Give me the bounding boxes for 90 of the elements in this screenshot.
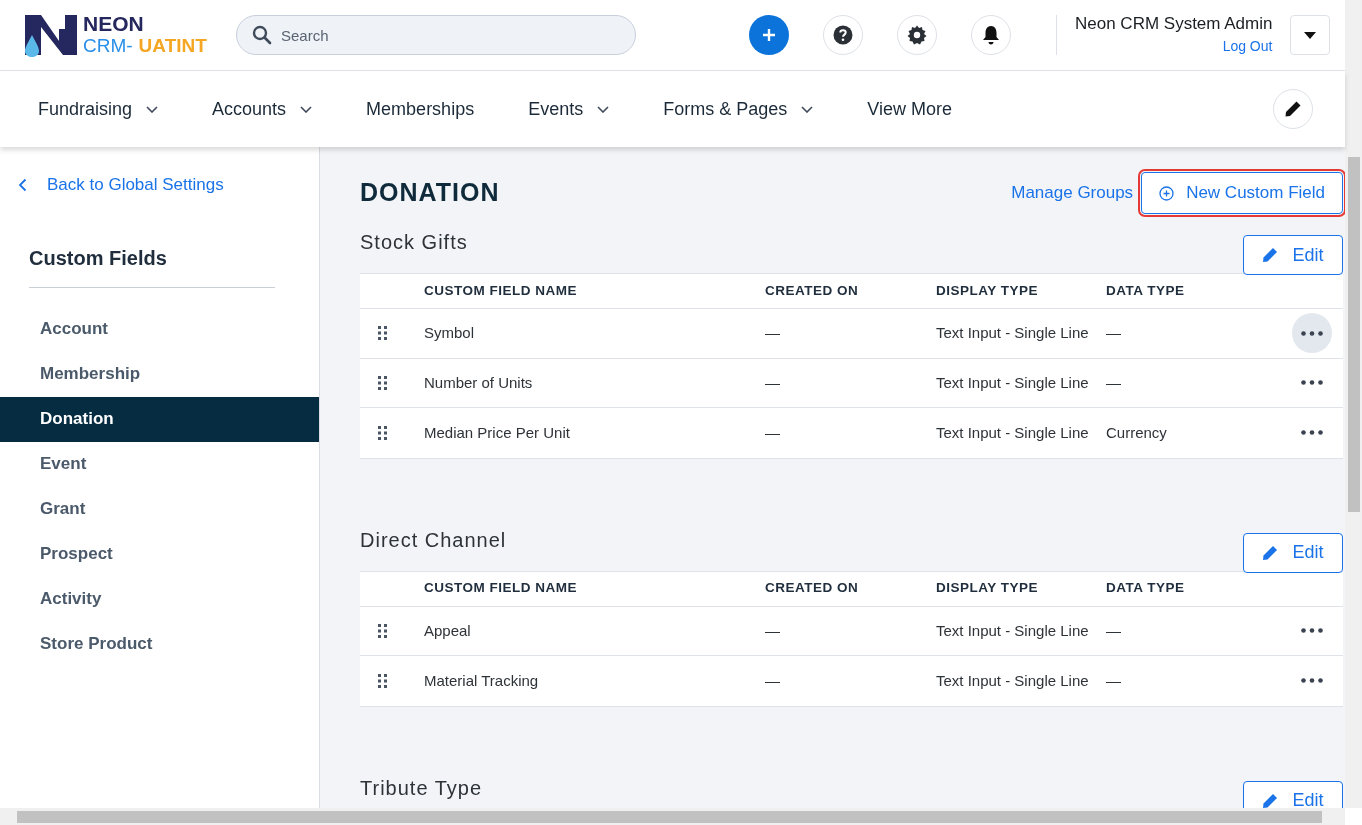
edit-button[interactable]: Edit [1243, 780, 1343, 808]
table-cell-text: — [765, 422, 781, 443]
table-cell-text: Appeal [424, 620, 472, 641]
chevron-down-icon [801, 105, 814, 113]
plus-icon [761, 27, 777, 43]
more-icon [1301, 678, 1323, 684]
search-icon [252, 25, 272, 45]
column-header: DISPLAY TYPE [936, 579, 1040, 598]
logo-icon [25, 13, 77, 57]
add-button[interactable] [749, 15, 789, 55]
table-cell-text: Text Input - Single Line [936, 620, 1090, 641]
group-title: Tribute Type [360, 775, 484, 801]
edit-button[interactable]: Edit [1243, 235, 1343, 275]
sidebar-title: Custom Fields [29, 246, 167, 269]
more-icon [1301, 380, 1323, 386]
sidebar-item[interactable]: Membership [0, 351, 319, 397]
caret-icon [1304, 31, 1317, 39]
sidebar-item[interactable]: Account [0, 306, 319, 352]
bell-icon [982, 25, 1000, 45]
table-cell-text: Currency [1106, 422, 1168, 443]
table-cell-text: Text Input - Single Line [936, 670, 1090, 691]
table-cell-text: Text Input - Single Line [936, 323, 1090, 343]
sidebar-item[interactable]: Store Product [0, 621, 319, 667]
column-header: DISPLAY TYPE [936, 281, 1040, 300]
drag-handle-icon[interactable] [378, 425, 387, 440]
logo-environment: UATINT [138, 35, 207, 57]
drag-handle-icon[interactable] [378, 326, 387, 341]
table-cell-text: — [1106, 670, 1122, 691]
sidebar-item[interactable]: Grant [0, 486, 319, 532]
table-cell-text: Text Input - Single Line [936, 372, 1090, 393]
group-title: Stock Gifts [360, 230, 469, 255]
nav-menu-item[interactable]: Fundraising [38, 95, 159, 123]
new-custom-field-button[interactable]: New Custom Field [1141, 172, 1343, 214]
edit-button[interactable]: Edit [1243, 532, 1343, 573]
table-cell-text: — [765, 620, 781, 641]
more-icon [1301, 628, 1323, 634]
logo-name: NEON [83, 13, 145, 35]
page-title: DONATION [360, 177, 501, 209]
nav-menu-item[interactable]: Accounts [212, 95, 313, 123]
drag-handle-icon[interactable] [378, 623, 387, 638]
sidebar-item[interactable]: Activity [0, 576, 319, 622]
nav-menu-item[interactable]: Events [528, 95, 610, 123]
horizontal-scrollbar[interactable] [0, 808, 1345, 825]
column-header: DATA TYPE [1106, 579, 1186, 598]
pencil-icon [1262, 544, 1279, 561]
more-button[interactable] [1292, 313, 1332, 354]
more-icon [1301, 430, 1323, 436]
column-header: CREATED ON [765, 579, 860, 598]
table-cell-text: — [765, 670, 781, 691]
table-cell-text: — [765, 372, 781, 393]
settings-icon [907, 25, 927, 45]
pencil-icon [1284, 100, 1302, 118]
column-header: CUSTOM FIELD NAME [424, 579, 578, 598]
nav-menu-item[interactable]: View More [867, 95, 952, 123]
logout-link[interactable]: Log Out [1222, 35, 1273, 57]
chevron-down-icon [300, 105, 313, 113]
help-icon [833, 25, 853, 45]
plus-circle-icon [1159, 185, 1175, 201]
table-cell-text: — [1106, 323, 1122, 343]
table-cell-text: Symbol [424, 323, 476, 343]
nav-menu-item[interactable]: Memberships [366, 95, 475, 123]
sidebar-item[interactable]: Event [0, 441, 319, 487]
nav-menu-item[interactable]: Forms & Pages [663, 95, 814, 123]
table-cell-text: Median Price Per Unit [424, 422, 571, 443]
table-cell-text: Material Tracking [424, 670, 540, 691]
chevron-down-icon [597, 105, 610, 113]
table-cell-text: Number of Units [424, 372, 534, 393]
column-header: CUSTOM FIELD NAME [424, 281, 578, 300]
table-cell-text: — [1106, 372, 1122, 393]
drag-handle-icon[interactable] [378, 375, 387, 390]
more-icon [1301, 330, 1323, 336]
user-menu-button[interactable] [1290, 15, 1331, 55]
chevron-left-icon [18, 177, 27, 192]
sidebar-item[interactable]: Prospect [0, 531, 319, 577]
back-link[interactable]: Back to Global Settings [0, 172, 319, 198]
search-field[interactable]: Search [236, 15, 636, 55]
column-header: CREATED ON [765, 281, 860, 300]
pencil-icon [1262, 247, 1279, 263]
table-cell-text: Text Input - Single Line [936, 422, 1090, 443]
table-cell-text: — [765, 323, 781, 343]
vertical-scrollbar[interactable] [1345, 0, 1362, 808]
logo-product: CRM- [83, 35, 133, 57]
manage-groups-link[interactable]: Manage Groups [1011, 180, 1134, 206]
drag-handle-icon[interactable] [378, 673, 387, 688]
sidebar-item[interactable]: Donation [0, 396, 319, 442]
table-cell-text: — [1106, 620, 1122, 641]
column-header: DATA TYPE [1106, 281, 1186, 300]
user-name: Neon CRM System Admin [1075, 13, 1273, 35]
group-title: Direct Channel [360, 527, 508, 553]
chevron-down-icon [146, 105, 159, 113]
